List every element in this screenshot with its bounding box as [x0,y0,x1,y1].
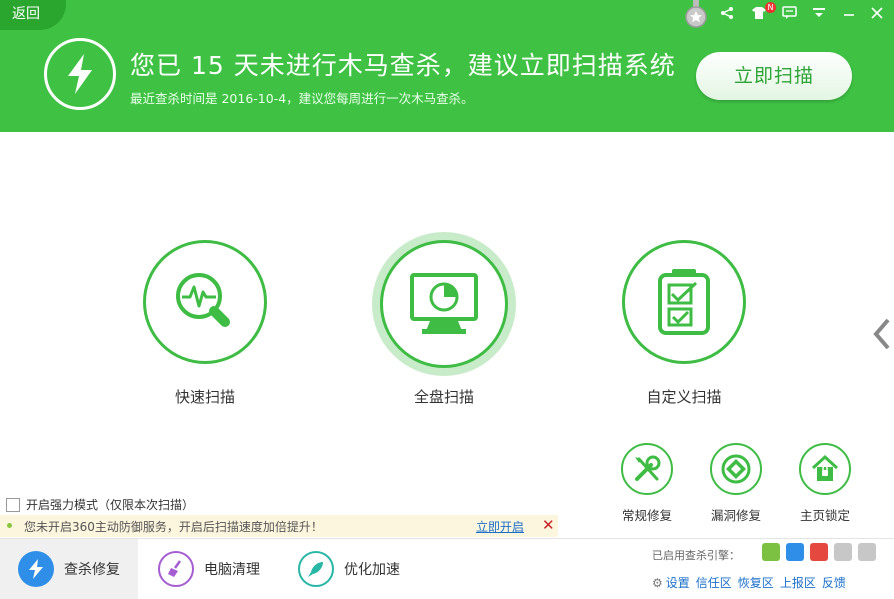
strong-mode-label: 开启强力模式（仅限本次扫描） [26,498,195,512]
close-notice-icon[interactable]: ✕ [542,516,555,534]
homepage-lock-tool[interactable]: 主页锁定 [787,443,863,524]
tab-optimize-speed[interactable]: 优化加速 [280,539,418,599]
share-icon[interactable] [718,4,736,22]
rocket-icon [298,551,334,587]
close-icon[interactable] [868,4,886,22]
custom-scan-icon[interactable] [622,240,746,364]
tab-optimize-speed-label: 优化加速 [344,562,400,578]
settings-link[interactable]: 设置 [666,574,690,591]
homepage-lock-label: 主页锁定 [799,508,850,523]
header-title: 您已 15 天未进行木马查杀，建议立即扫描系统 [130,51,676,80]
general-repair-tool[interactable]: 常规修复 [609,443,685,524]
engine-qvm-icon[interactable] [762,543,780,561]
report-zone-link[interactable]: 上报区 [780,574,816,591]
engines-label: 已启用查杀引擎： [652,549,740,562]
full-scan-option[interactable]: 全盘扫描 [364,240,524,407]
message-icon[interactable] [780,4,798,22]
lightning-icon [44,38,116,110]
notice-text: 您未开启360主动防御服务，开启后扫描速度加倍提升！ [24,520,323,534]
chevron-right-icon[interactable] [872,316,892,352]
scan-now-button[interactable]: 立即扫描 [696,52,852,100]
menu-icon[interactable] [810,4,828,22]
enable-now-link[interactable]: 立即开启 [476,518,524,535]
medal-icon[interactable] [684,0,708,28]
quick-scan-label: 快速扫描 [174,388,235,406]
gear-icon[interactable]: ⚙ [652,576,663,590]
engine-bitdefender-icon[interactable] [834,543,852,561]
custom-scan-label: 自定义扫描 [646,388,722,406]
full-scan-icon[interactable] [380,240,508,368]
strong-mode-option[interactable]: 开启强力模式（仅限本次扫描） [6,496,194,513]
defense-notice-bar: 您未开启360主动防御服务，开启后扫描速度加倍提升！ 立即开启 ✕ [0,515,558,537]
patch-icon[interactable] [710,443,762,495]
tab-scan-repair-label: 查杀修复 [64,562,120,578]
strong-mode-checkbox[interactable] [6,497,20,512]
custom-scan-option[interactable]: 自定义扫描 [604,240,764,407]
wrench-icon[interactable] [621,443,673,495]
quick-scan-option[interactable]: 快速扫描 [125,240,285,407]
home-lock-icon[interactable] [799,443,851,495]
engine-system-repair-icon[interactable] [858,543,876,561]
trust-zone-link[interactable]: 信任区 [696,574,732,591]
tab-pc-cleanup-label: 电脑清理 [204,562,260,578]
quick-scan-icon[interactable] [143,240,267,364]
tab-pc-cleanup[interactable]: 电脑清理 [140,539,278,599]
full-scan-label: 全盘扫描 [413,388,474,406]
restore-zone-link[interactable]: 恢复区 [738,574,774,591]
tab-scan-repair[interactable]: 查杀修复 [0,539,138,599]
engine-avira-icon[interactable] [810,543,828,561]
header-banner: 返回 您已 15 天未进行木马查杀，建议立即扫描系统 最近查杀时间是 2016-… [0,0,894,132]
vulnerability-repair-tool[interactable]: 漏洞修复 [698,443,774,524]
engine-cloud-icon[interactable] [786,543,804,561]
feedback-link[interactable]: 反馈 [822,574,846,591]
general-repair-label: 常规修复 [621,508,672,523]
broom-icon [158,551,194,587]
minimize-icon[interactable] [840,4,858,22]
back-button[interactable]: 返回 [0,0,66,30]
last-scan-info: 最近查杀时间是 2016-10-4，建议您每周进行一次木马查杀。 [130,91,474,106]
notification-badge: N [765,2,776,13]
bottom-navigation: 查杀修复 电脑清理 优化加速 已启用查杀引擎： ⚙ 设置 信任区 恢复区 上报区… [0,538,894,599]
bolt-icon [18,551,54,587]
notice-dot-icon [7,523,12,528]
vulnerability-repair-label: 漏洞修复 [710,508,761,523]
bottom-links: ⚙ 设置 信任区 恢复区 上报区 反馈 [652,574,852,591]
